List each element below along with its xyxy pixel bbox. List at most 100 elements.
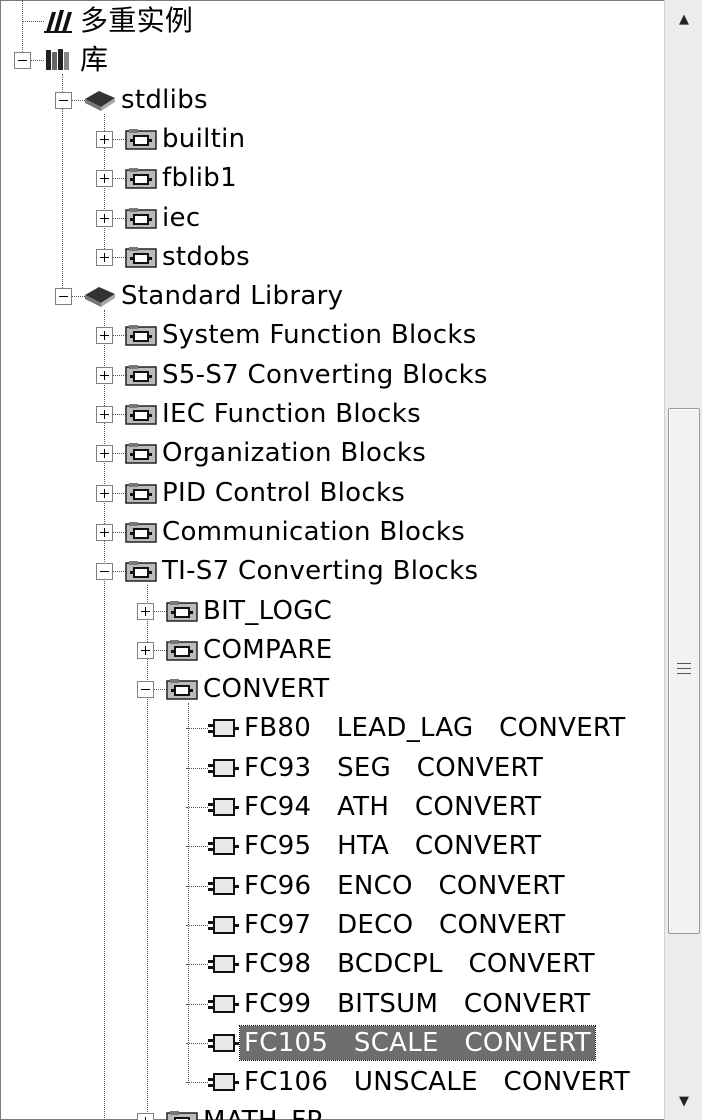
selected-node-label[interactable]: FC105 SCALE CONVERT bbox=[239, 1024, 596, 1061]
expand-icon[interactable] bbox=[96, 484, 113, 502]
tree-node[interactable]: FC94 ATH CONVERT bbox=[0, 788, 664, 826]
folder-icon bbox=[124, 480, 158, 510]
tree-guide-line bbox=[186, 964, 208, 966]
tree-node-label[interactable]: CONVERT bbox=[203, 672, 329, 706]
scroll-up-icon[interactable]: ▲ bbox=[665, 0, 702, 38]
expand-icon[interactable] bbox=[96, 209, 113, 227]
library-icon bbox=[42, 47, 76, 77]
tree-node[interactable]: Standard Library bbox=[0, 277, 664, 315]
tree-node-label[interactable]: FC95 HTA CONVERT bbox=[244, 829, 541, 863]
folder-icon bbox=[165, 598, 199, 628]
tree-node-label[interactable]: COMPARE bbox=[203, 633, 332, 667]
tree-node-label[interactable]: FB80 LEAD_LAG CONVERT bbox=[244, 711, 626, 745]
tree-node-label[interactable]: FC99 BITSUM CONVERT bbox=[244, 987, 590, 1021]
block-icon bbox=[206, 715, 240, 745]
expand-icon[interactable] bbox=[96, 327, 113, 345]
collapse-icon[interactable] bbox=[55, 91, 72, 109]
tree-node-label[interactable]: 库 bbox=[80, 43, 108, 77]
tree-node-label[interactable]: Organization Blocks bbox=[162, 436, 426, 470]
tree-node[interactable]: builtin bbox=[0, 120, 664, 158]
tree-node[interactable]: FC96 ENCO CONVERT bbox=[0, 867, 664, 905]
expand-icon[interactable] bbox=[137, 641, 154, 659]
tree-node-label[interactable]: IEC Function Blocks bbox=[162, 397, 421, 431]
tree-node[interactable]: FC106 UNSCALE CONVERT bbox=[0, 1063, 664, 1101]
tree-node[interactable]: stdobs bbox=[0, 238, 664, 276]
tree-node[interactable]: fblib1 bbox=[0, 159, 664, 197]
tree-node[interactable]: stdlibs bbox=[0, 81, 664, 119]
tree-node-label[interactable]: Standard Library bbox=[121, 279, 343, 313]
folder-icon bbox=[165, 1108, 199, 1120]
library-tree[interactable]: 多重实例库 stdlibs builtin fblib1 iec stdobs Standa… bbox=[0, 0, 664, 1120]
collapse-icon[interactable] bbox=[96, 563, 113, 581]
tree-node[interactable]: S5-S7 Converting Blocks bbox=[0, 356, 664, 394]
expand-icon[interactable] bbox=[137, 602, 154, 620]
expand-icon[interactable] bbox=[96, 170, 113, 188]
tree-node[interactable]: FC95 HTA CONVERT bbox=[0, 827, 664, 865]
book-icon bbox=[83, 87, 117, 117]
block-icon bbox=[206, 755, 240, 785]
tree-node[interactable]: CONVERT bbox=[0, 670, 664, 708]
tree-node-label[interactable]: FC94 ATH CONVERT bbox=[244, 790, 541, 824]
tree-node-label[interactable]: Communication Blocks bbox=[162, 515, 465, 549]
tree-node-label[interactable]: FC98 BCDCPL CONVERT bbox=[244, 947, 595, 981]
scrollbar-thumb[interactable] bbox=[668, 408, 700, 934]
tree-node[interactable]: Organization Blocks bbox=[0, 434, 664, 472]
expand-icon[interactable] bbox=[96, 366, 113, 384]
tree-node-label[interactable]: 多重实例 bbox=[80, 4, 193, 38]
expand-icon[interactable] bbox=[96, 445, 113, 463]
tree-node[interactable]: TI-S7 Converting Blocks bbox=[0, 552, 664, 590]
tree-node-label[interactable]: PID Control Blocks bbox=[162, 476, 405, 510]
tree-node-label[interactable]: FC97 DECO CONVERT bbox=[244, 908, 566, 942]
tree-node-label[interactable]: TI-S7 Converting Blocks bbox=[162, 554, 478, 588]
tree-guide-line bbox=[186, 1003, 208, 1005]
expand-icon[interactable] bbox=[137, 1113, 154, 1120]
tree-node[interactable]: FC93 SEG CONVERT bbox=[0, 749, 664, 787]
tree-node-label[interactable]: FC93 SEG CONVERT bbox=[244, 751, 543, 785]
collapse-icon[interactable] bbox=[14, 52, 31, 70]
tree-node[interactable]: BIT_LOGC bbox=[0, 592, 664, 630]
tree-guide-line bbox=[186, 807, 208, 808]
tree-node-label[interactable]: fblib1 bbox=[162, 161, 237, 195]
tree-node[interactable]: FC97 DECO CONVERT bbox=[0, 906, 664, 944]
tree-node[interactable]: FB80 LEAD_LAG CONVERT bbox=[0, 709, 664, 747]
expand-icon[interactable] bbox=[96, 130, 113, 148]
tree-node[interactable]: PID Control Blocks bbox=[0, 474, 664, 512]
tree-node-label[interactable]: FC96 ENCO CONVERT bbox=[244, 869, 565, 903]
folder-icon bbox=[124, 126, 158, 156]
tree-node[interactable]: System Function Blocks bbox=[0, 316, 664, 354]
folder-icon bbox=[124, 244, 158, 274]
tree-node[interactable]: COMPARE bbox=[0, 631, 664, 669]
expand-icon[interactable] bbox=[96, 523, 113, 541]
block-icon bbox=[206, 991, 240, 1021]
collapse-icon[interactable] bbox=[55, 288, 72, 306]
tree-node[interactable]: MATH_FP bbox=[0, 1102, 664, 1120]
collapse-icon[interactable] bbox=[137, 681, 154, 699]
tree-node[interactable]: FC105 SCALE CONVERT bbox=[0, 1024, 664, 1062]
tree-node[interactable]: FC98 BCDCPL CONVERT bbox=[0, 945, 664, 983]
tree-node-label[interactable]: S5-S7 Converting Blocks bbox=[162, 358, 488, 392]
folder-icon bbox=[124, 205, 158, 235]
tree-node-label[interactable]: FC106 UNSCALE CONVERT bbox=[244, 1065, 630, 1099]
tree-node[interactable]: IEC Function Blocks bbox=[0, 395, 664, 433]
vertical-scrollbar[interactable]: ▲ ▼ bbox=[664, 0, 702, 1120]
tree-node-label[interactable]: BIT_LOGC bbox=[203, 594, 332, 628]
expand-icon[interactable] bbox=[96, 406, 113, 423]
block-icon bbox=[206, 794, 240, 824]
tree-node-label[interactable]: MATH_FP bbox=[203, 1104, 322, 1120]
tree-guide-line bbox=[186, 1082, 208, 1084]
tree-node-label[interactable]: stdobs bbox=[162, 240, 250, 274]
expand-icon[interactable] bbox=[96, 248, 113, 266]
tree-node[interactable]: 库 bbox=[0, 41, 664, 79]
tree-node-label[interactable]: iec bbox=[162, 201, 200, 235]
tree-guide-line bbox=[186, 728, 208, 730]
tree-node-label[interactable]: System Function Blocks bbox=[162, 318, 477, 352]
multi-instance-icon bbox=[42, 8, 76, 38]
tree-node[interactable]: Communication Blocks bbox=[0, 513, 664, 551]
tree-node[interactable]: FC99 BITSUM CONVERT bbox=[0, 985, 664, 1023]
scroll-down-icon[interactable]: ▼ bbox=[665, 1082, 702, 1120]
tree-guide-line bbox=[186, 885, 208, 887]
tree-node[interactable]: iec bbox=[0, 199, 664, 237]
tree-node-label[interactable]: stdlibs bbox=[121, 83, 208, 117]
tree-node[interactable]: 多重实例 bbox=[0, 2, 664, 40]
tree-node-label[interactable]: builtin bbox=[162, 122, 245, 156]
